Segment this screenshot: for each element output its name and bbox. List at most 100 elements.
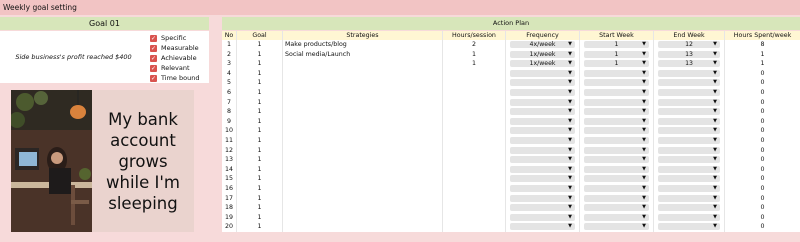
dropdown-arrow-icon[interactable]: ▼	[642, 166, 646, 173]
strategy-cell[interactable]: Make products/blog	[283, 40, 443, 50]
start-week-dropdown[interactable]: ▼	[584, 165, 649, 173]
frequency-dropdown[interactable]: ▼	[510, 213, 575, 221]
goal-number-cell[interactable]: 1	[237, 145, 283, 156]
dropdown-arrow-icon[interactable]: ▼	[642, 60, 646, 67]
dropdown-arrow-icon[interactable]: ▼	[713, 99, 717, 106]
hours-session-cell[interactable]	[443, 97, 506, 108]
dropdown-arrow-icon[interactable]: ▼	[713, 70, 717, 77]
goal-number-cell[interactable]: 1	[237, 97, 283, 108]
strategy-cell[interactable]	[283, 155, 443, 165]
hours-session-cell[interactable]	[443, 116, 506, 127]
goal-number-cell[interactable]: 1	[237, 135, 283, 146]
frequency-dropdown[interactable]: ▼	[510, 136, 575, 144]
strategy-cell[interactable]	[283, 107, 443, 117]
dropdown-arrow-icon[interactable]: ▼	[642, 127, 646, 134]
end-week-dropdown[interactable]: 13 ▼	[658, 50, 720, 58]
goal-number-cell[interactable]: 1	[237, 107, 283, 117]
goal-number-cell[interactable]: 1	[237, 164, 283, 175]
frequency-dropdown[interactable]: ▼	[510, 184, 575, 192]
dropdown-arrow-icon[interactable]: ▼	[568, 175, 572, 182]
dropdown-arrow-icon[interactable]: ▼	[713, 156, 717, 163]
hours-session-cell[interactable]	[443, 222, 506, 232]
dropdown-arrow-icon[interactable]: ▼	[642, 51, 646, 58]
strategy-cell[interactable]	[283, 193, 443, 204]
hours-session-cell[interactable]	[443, 203, 506, 213]
dropdown-arrow-icon[interactable]: ▼	[642, 156, 646, 163]
hours-session-cell[interactable]	[443, 78, 506, 88]
strategy-cell[interactable]	[283, 87, 443, 98]
hours-session-cell[interactable]	[443, 212, 506, 223]
dropdown-arrow-icon[interactable]: ▼	[568, 127, 572, 134]
smart-item-achievable[interactable]: ✓ Achievable	[150, 53, 199, 63]
dropdown-arrow-icon[interactable]: ▼	[713, 166, 717, 173]
strategy-cell[interactable]	[283, 183, 443, 194]
frequency-dropdown[interactable]: ▼	[510, 69, 575, 77]
goal-number-cell[interactable]: 1	[237, 203, 283, 213]
smart-item-measurable[interactable]: ✓ Measurable	[150, 43, 199, 53]
dropdown-arrow-icon[interactable]: ▼	[713, 195, 717, 202]
dropdown-arrow-icon[interactable]: ▼	[713, 79, 717, 86]
dropdown-arrow-icon[interactable]: ▼	[642, 185, 646, 192]
strategy-cell[interactable]	[283, 97, 443, 108]
dropdown-arrow-icon[interactable]: ▼	[642, 214, 646, 221]
start-week-dropdown[interactable]: ▼	[584, 98, 649, 106]
goal-number-cell[interactable]: 1	[237, 212, 283, 223]
end-week-dropdown[interactable]: ▼	[658, 204, 720, 212]
goal-number-cell[interactable]: 1	[237, 193, 283, 204]
start-week-dropdown[interactable]: ▼	[584, 146, 649, 154]
dropdown-arrow-icon[interactable]: ▼	[568, 118, 572, 125]
dropdown-arrow-icon[interactable]: ▼	[642, 204, 646, 211]
dropdown-arrow-icon[interactable]: ▼	[642, 137, 646, 144]
checked-checkbox-icon[interactable]: ✓	[150, 44, 157, 52]
frequency-dropdown[interactable]: ▼	[510, 165, 575, 173]
frequency-dropdown[interactable]: ▼	[510, 223, 575, 231]
dropdown-arrow-icon[interactable]: ▼	[642, 223, 646, 230]
smart-item-relevant[interactable]: ✓ Relevant	[150, 63, 199, 73]
start-week-dropdown[interactable]: 1 ▼	[584, 50, 649, 58]
dropdown-arrow-icon[interactable]: ▼	[568, 89, 572, 96]
frequency-dropdown[interactable]: ▼	[510, 88, 575, 96]
goal-description[interactable]: Side business's profit reached $400	[0, 31, 147, 83]
dropdown-arrow-icon[interactable]: ▼	[568, 223, 572, 230]
frequency-dropdown[interactable]: ▼	[510, 117, 575, 125]
dropdown-arrow-icon[interactable]: ▼	[642, 41, 646, 48]
goal-number-cell[interactable]: 1	[237, 78, 283, 88]
end-week-dropdown[interactable]: ▼	[658, 213, 720, 221]
hours-session-cell[interactable]	[443, 164, 506, 175]
start-week-dropdown[interactable]: ▼	[584, 213, 649, 221]
dropdown-arrow-icon[interactable]: ▼	[642, 99, 646, 106]
strategy-cell[interactable]: Social media/Launch	[283, 49, 443, 60]
goal-number-cell[interactable]: 1	[237, 222, 283, 232]
start-week-dropdown[interactable]: ▼	[584, 194, 649, 202]
frequency-dropdown[interactable]: ▼	[510, 156, 575, 164]
goal-number-cell[interactable]: 1	[237, 87, 283, 98]
hours-session-cell[interactable]	[443, 126, 506, 136]
frequency-dropdown[interactable]: 1x/week ▼	[510, 50, 575, 58]
dropdown-arrow-icon[interactable]: ▼	[713, 204, 717, 211]
start-week-dropdown[interactable]: 1 ▼	[584, 60, 649, 68]
end-week-dropdown[interactable]: ▼	[658, 79, 720, 87]
goal-number-cell[interactable]: 1	[237, 49, 283, 60]
dropdown-arrow-icon[interactable]: ▼	[713, 175, 717, 182]
dropdown-arrow-icon[interactable]: ▼	[713, 137, 717, 144]
strategy-cell[interactable]	[283, 126, 443, 136]
hours-session-cell[interactable]	[443, 107, 506, 117]
dropdown-arrow-icon[interactable]: ▼	[568, 185, 572, 192]
end-week-dropdown[interactable]: ▼	[658, 165, 720, 173]
goal-number-cell[interactable]: 1	[237, 59, 283, 69]
start-week-dropdown[interactable]: ▼	[584, 136, 649, 144]
dropdown-arrow-icon[interactable]: ▼	[713, 108, 717, 115]
start-week-dropdown[interactable]: ▼	[584, 175, 649, 183]
hours-session-cell[interactable]	[443, 193, 506, 204]
start-week-dropdown[interactable]: ▼	[584, 184, 649, 192]
strategy-cell[interactable]	[283, 145, 443, 156]
dropdown-arrow-icon[interactable]: ▼	[713, 223, 717, 230]
dropdown-arrow-icon[interactable]: ▼	[568, 214, 572, 221]
dropdown-arrow-icon[interactable]: ▼	[642, 195, 646, 202]
strategy-cell[interactable]	[283, 78, 443, 88]
hours-session-cell[interactable]: 2	[443, 40, 506, 50]
end-week-dropdown[interactable]: ▼	[658, 194, 720, 202]
smart-item-time-bound[interactable]: ✓ Time bound	[150, 73, 199, 83]
dropdown-arrow-icon[interactable]: ▼	[642, 108, 646, 115]
start-week-dropdown[interactable]: ▼	[584, 117, 649, 125]
